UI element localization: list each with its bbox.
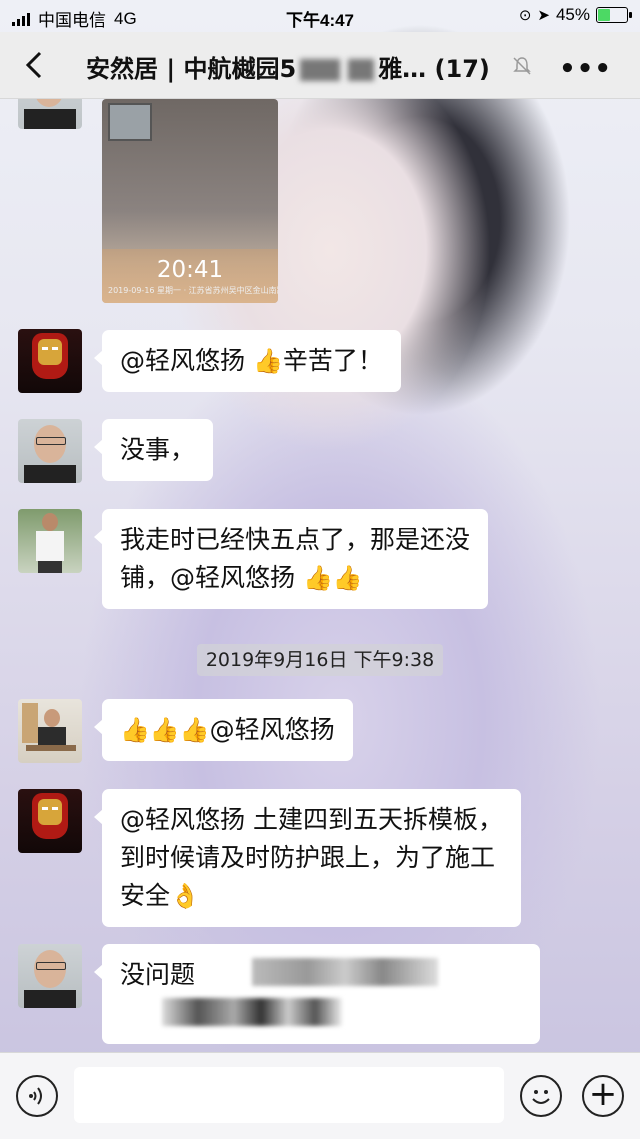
back-chevron-icon[interactable] bbox=[20, 50, 50, 80]
message-text: 安全 bbox=[120, 881, 171, 910]
chat-timestamp: 2019年9月16日 下午9:38 bbox=[0, 644, 640, 676]
redacted-title-text bbox=[348, 59, 375, 81]
thumbs-up-emoji: 👍👍 bbox=[302, 564, 363, 592]
thumbs-up-emoji: 👍 bbox=[252, 347, 283, 375]
avatar-ironman[interactable] bbox=[18, 789, 82, 853]
photo-timestamp-overlay: 20:41 bbox=[156, 257, 224, 283]
timestamp-text: 2019年9月16日 下午9:38 bbox=[196, 644, 444, 676]
group-name-text: 安然居 | 中航樾园 bbox=[86, 55, 280, 83]
message-bubble[interactable]: 没事， bbox=[93, 419, 214, 481]
more-actions-plus-button[interactable]: + bbox=[582, 1075, 624, 1117]
voice-input-button[interactable] bbox=[16, 1075, 58, 1117]
voice-icon bbox=[29, 1087, 42, 1105]
emoji-icon bbox=[532, 1090, 550, 1104]
avatar-man-glasses[interactable] bbox=[18, 99, 82, 129]
chat-header: 安然居 | 中航樾园5 雅… (17) ••• bbox=[0, 32, 640, 99]
message-bubble[interactable]: 我走时已经快五点了，那是还没 铺，@轻风悠扬 👍👍 bbox=[93, 509, 489, 609]
message-text: 没问题 bbox=[120, 960, 196, 989]
more-options-button[interactable]: ••• bbox=[559, 54, 612, 84]
redacted-text bbox=[162, 998, 342, 1026]
message-list[interactable]: 20:41 2019-09-16 星期一 · 江苏省苏州吴中区金山南路 @轻风悠… bbox=[0, 99, 640, 1052]
group-chat-title: 安然居 | 中航樾园5 雅… (17) bbox=[86, 49, 490, 84]
emoji-button[interactable] bbox=[520, 1075, 562, 1117]
mute-bell-icon bbox=[513, 57, 531, 75]
group-name-suffix: 雅… bbox=[378, 55, 427, 83]
message-input[interactable] bbox=[74, 1067, 504, 1123]
member-count: (17) bbox=[434, 55, 490, 83]
redacted-title-text bbox=[300, 59, 341, 81]
message-bubble[interactable]: @轻风悠扬 👍辛苦了！ bbox=[94, 330, 401, 392]
lock-rotation-icon: ⊙ bbox=[518, 7, 532, 24]
input-bar: + bbox=[0, 1052, 640, 1139]
image-message[interactable]: 20:41 2019-09-16 星期一 · 江苏省苏州吴中区金山南路 bbox=[102, 99, 278, 303]
group-name-visible-char: 5 bbox=[279, 55, 297, 83]
location-arrow-icon: ➤ bbox=[537, 7, 550, 24]
thumbs-up-emoji: 👍👍👍 bbox=[120, 716, 210, 744]
message-text: @轻风悠扬 bbox=[209, 715, 335, 744]
message-bubble[interactable]: 👍👍👍@轻风悠扬 bbox=[94, 699, 353, 761]
ok-hand-emoji: 👌 bbox=[170, 882, 200, 910]
avatar-man-desk[interactable] bbox=[18, 699, 82, 763]
message-text: 我走时已经快五点了，那是还没 bbox=[120, 525, 471, 554]
message-text: 到时候请及时防护跟上，为了施工 bbox=[120, 843, 496, 872]
message-text: 没事， bbox=[120, 435, 196, 464]
battery-percent: 45% bbox=[555, 5, 590, 24]
avatar-man-glasses[interactable] bbox=[18, 944, 82, 1008]
message-bubble[interactable]: @轻风悠扬 土建四到五天拆模板， 到时候请及时防护跟上，为了施工 安全👌 bbox=[94, 789, 521, 927]
status-bar: 中国电信 4G 下午4:47 ⊙ ➤ 45% bbox=[0, 0, 640, 32]
message-text: @轻风悠扬 bbox=[120, 346, 253, 375]
message-bubble[interactable]: 没问题 bbox=[94, 944, 540, 1044]
message-text: 铺，@轻风悠扬 bbox=[120, 563, 303, 592]
photo-window-detail bbox=[108, 103, 152, 141]
message-text: 辛苦了！ bbox=[282, 346, 383, 375]
message-text: @轻风悠扬 土建四到五天拆模板， bbox=[120, 805, 503, 834]
avatar-man-glasses[interactable] bbox=[18, 419, 82, 483]
avatar-ironman[interactable] bbox=[18, 329, 82, 393]
photo-location-caption: 2019-09-16 星期一 · 江苏省苏州吴中区金山南路 bbox=[108, 286, 278, 295]
battery-icon bbox=[596, 7, 632, 23]
redacted-text bbox=[252, 958, 438, 986]
avatar-man-white-shirt[interactable] bbox=[18, 509, 82, 573]
